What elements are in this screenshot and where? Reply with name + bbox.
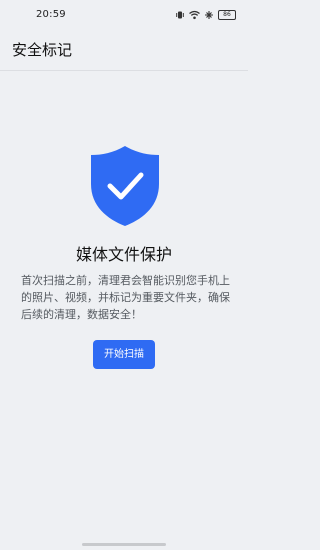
start-scan-button[interactable]: 开始扫描 bbox=[93, 340, 155, 369]
app-bar: 安全标记 bbox=[0, 30, 248, 71]
vibrate-icon bbox=[175, 10, 185, 20]
shield-check-icon bbox=[89, 144, 161, 228]
home-indicator[interactable] bbox=[82, 543, 166, 546]
page-title: 安全标记 bbox=[12, 41, 73, 59]
status-bar: 20:59 86 bbox=[0, 0, 248, 30]
battery-icon: 86 bbox=[218, 10, 236, 20]
feature-description: 首次扫描之前，清理君会智能识别您手机上的照片、视频，并标记为重要文件夹，确保后续… bbox=[21, 274, 230, 321]
status-time: 20:59 bbox=[36, 9, 66, 20]
feature-heading: 媒体文件保护 bbox=[75, 245, 172, 264]
battery-level: 86 bbox=[223, 11, 231, 18]
bluetooth-icon bbox=[204, 10, 214, 20]
main-content: 媒体文件保护 首次扫描之前，清理君会智能识别您手机上的照片、视频，并标记为重要文… bbox=[0, 71, 248, 541]
status-icons: 86 bbox=[175, 9, 236, 21]
wifi-icon bbox=[189, 10, 200, 20]
